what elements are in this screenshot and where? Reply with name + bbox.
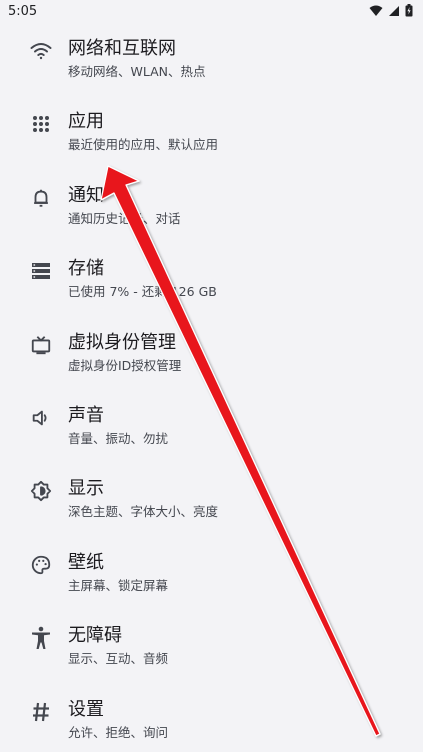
- settings-item-title: 存储: [68, 258, 104, 280]
- settings-item-subtitle: 最近使用的应用、默认应用: [68, 137, 219, 153]
- hash-icon: [28, 699, 54, 725]
- settings-list: 网络和互联网 移动网络、WLAN、热点 应用 最近使用的应用、默认应用 通知 通…: [0, 14, 423, 748]
- wifi-icon: [28, 38, 54, 64]
- settings-item-title: 设置: [68, 698, 104, 720]
- settings-item-title: 声音: [68, 404, 104, 426]
- settings-item-subtitle: 通知历史记录、对话: [68, 210, 181, 226]
- settings-item-network[interactable]: 网络和互联网 移动网络、WLAN、热点: [0, 14, 423, 87]
- settings-item-display[interactable]: 显示 深色主题、字体大小、亮度: [0, 454, 423, 527]
- settings-item-storage[interactable]: 存储 已使用 7% - 还剩 126 GB: [0, 234, 423, 307]
- settings-item-virtual-identity[interactable]: 虚拟身份管理 虚拟身份ID授权管理: [0, 308, 423, 381]
- settings-item-subtitle: 主屏幕、锁定屏幕: [68, 577, 169, 593]
- settings-item-title: 壁纸: [68, 551, 104, 573]
- settings-item-title: 显示: [68, 478, 104, 500]
- settings-item-subtitle: 已使用 7% - 还剩 126 GB: [68, 284, 217, 300]
- settings-item-wallpaper[interactable]: 壁纸 主屏幕、锁定屏幕: [0, 528, 423, 601]
- brightness-icon: [28, 478, 54, 504]
- palette-icon: [28, 552, 54, 578]
- settings-item-subtitle: 深色主题、字体大小、亮度: [68, 504, 219, 520]
- settings-item-title: 通知: [68, 184, 104, 206]
- tv-icon: [28, 332, 54, 358]
- settings-item-title: 网络和互联网: [68, 38, 176, 59]
- accessibility-icon: [28, 625, 54, 651]
- speaker-icon: [28, 405, 54, 431]
- settings-item-title: 无障碍: [68, 625, 122, 647]
- settings-item-subtitle: 虚拟身份ID授权管理: [68, 357, 182, 373]
- settings-item-notifications[interactable]: 通知 通知历史记录、对话: [0, 161, 423, 234]
- settings-item-subtitle: 音量、振动、勿扰: [68, 430, 169, 446]
- settings-item-subtitle: 移动网络、WLAN、热点: [68, 64, 206, 79]
- settings-item-settings[interactable]: 设置 允许、拒绝、询问: [0, 675, 423, 748]
- bell-icon: [28, 185, 54, 211]
- settings-item-subtitle: 显示、互动、音频: [68, 651, 169, 667]
- settings-item-subtitle: 允许、拒绝、询问: [68, 724, 169, 740]
- settings-item-sound[interactable]: 声音 音量、振动、勿扰: [0, 381, 423, 454]
- apps-grid-icon: [28, 111, 54, 137]
- settings-item-title: 应用: [68, 111, 104, 133]
- storage-icon: [28, 258, 54, 284]
- settings-item-title: 虚拟身份管理: [68, 331, 176, 353]
- settings-item-apps[interactable]: 应用 最近使用的应用、默认应用: [0, 87, 423, 160]
- settings-item-accessibility[interactable]: 无障碍 显示、互动、音频: [0, 601, 423, 674]
